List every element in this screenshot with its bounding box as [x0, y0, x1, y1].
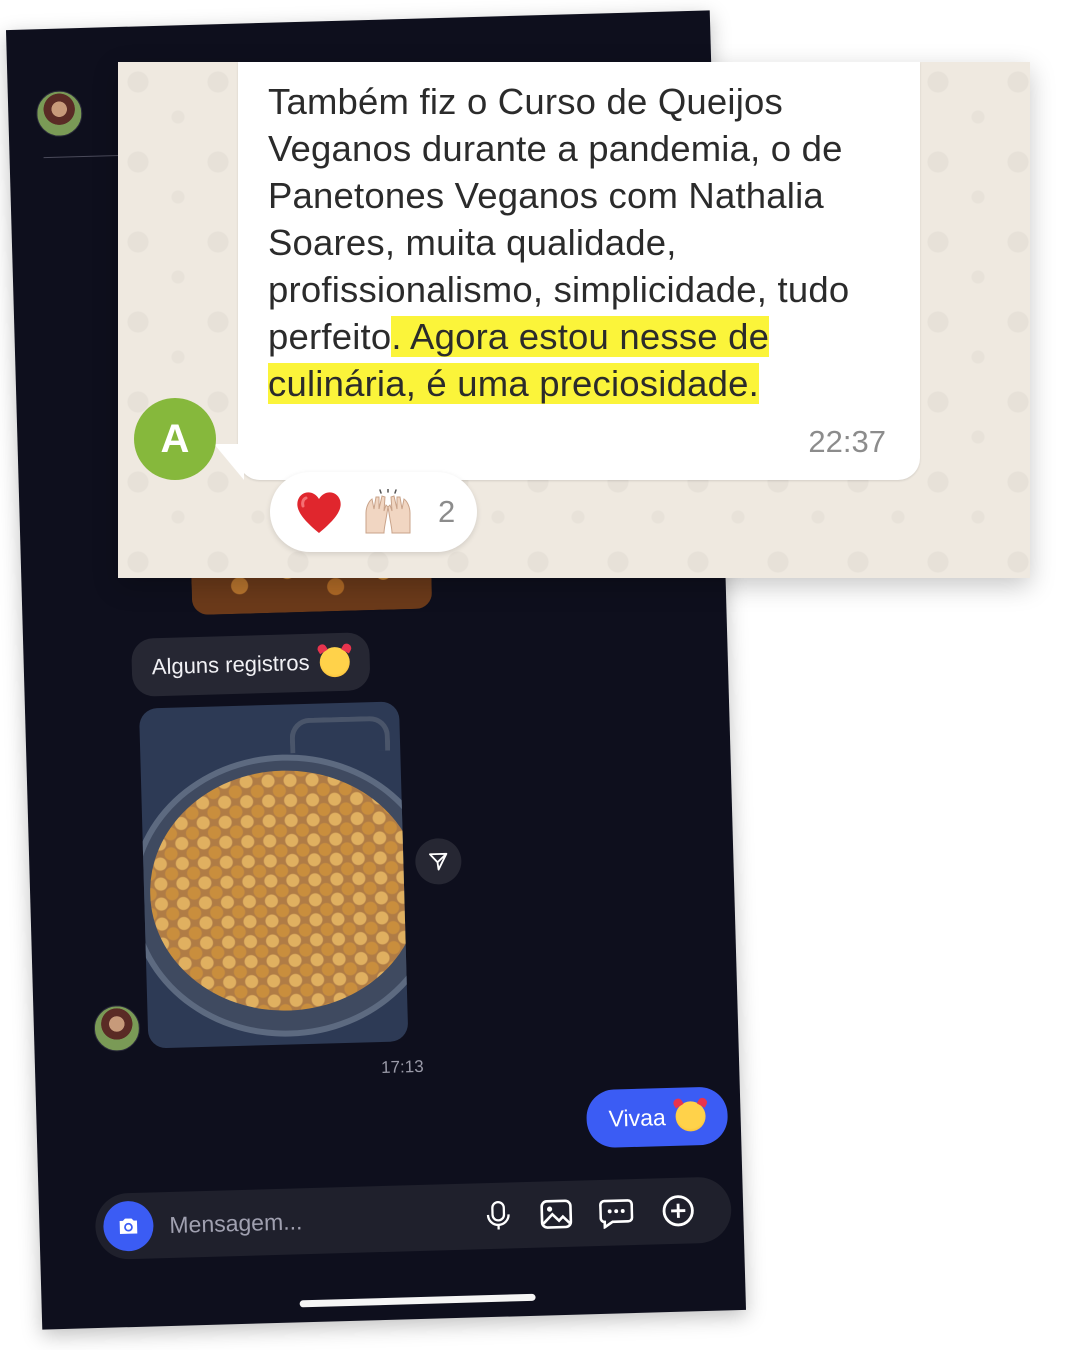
smiling-face-with-hearts-icon — [675, 1100, 707, 1132]
received-message-bubble[interactable]: Alguns registros — [131, 632, 371, 697]
camera-icon — [119, 1218, 138, 1234]
microphone-button[interactable] — [479, 1196, 518, 1235]
image-icon — [540, 1199, 573, 1229]
chickpea-stew-photo[interactable] — [138, 701, 409, 1049]
message-text: Vivaa — [608, 1103, 667, 1132]
send-icon — [428, 852, 448, 871]
plus-circle-icon — [662, 1195, 694, 1227]
reaction-count: 2 — [438, 494, 456, 529]
received-message-bubble[interactable]: Também fiz o Curso de Queijos Veganos du… — [238, 62, 920, 480]
divider — [43, 154, 124, 159]
smiling-face-with-hearts-icon — [319, 646, 350, 678]
message-timestamp: 22:37 — [808, 424, 886, 459]
share-button[interactable] — [414, 837, 462, 885]
reactions-pill[interactable]: 2 — [270, 472, 478, 552]
chat-bubble-icon — [599, 1199, 634, 1229]
gallery-button[interactable] — [537, 1195, 576, 1234]
camera-button[interactable] — [102, 1200, 155, 1252]
raising-hands-icon — [365, 489, 411, 534]
sender-initial: A — [160, 416, 190, 461]
pan-handle — [289, 715, 391, 754]
contact-avatar[interactable] — [35, 89, 83, 138]
message-composer — [94, 1176, 733, 1261]
home-indicator — [299, 1293, 536, 1308]
sent-message-bubble[interactable]: Vivaa — [585, 1086, 729, 1149]
whatsapp-message-screenshot: Também fiz o Curso de Queijos Veganos du… — [118, 62, 1030, 578]
message-text: Também fiz o Curso de Queijos Veganos du… — [268, 78, 908, 407]
sticker-button[interactable] — [597, 1193, 636, 1232]
sender-avatar[interactable]: A — [134, 398, 216, 480]
message-text: Alguns registros — [151, 649, 310, 680]
message-timestamp: 17:13 — [380, 1056, 424, 1078]
bubble-tail — [214, 444, 244, 480]
contact-avatar[interactable] — [93, 1004, 141, 1053]
red-heart-icon — [297, 492, 341, 533]
microphone-icon — [486, 1200, 510, 1230]
message-input[interactable] — [166, 1195, 472, 1247]
more-options-button[interactable] — [659, 1191, 698, 1230]
